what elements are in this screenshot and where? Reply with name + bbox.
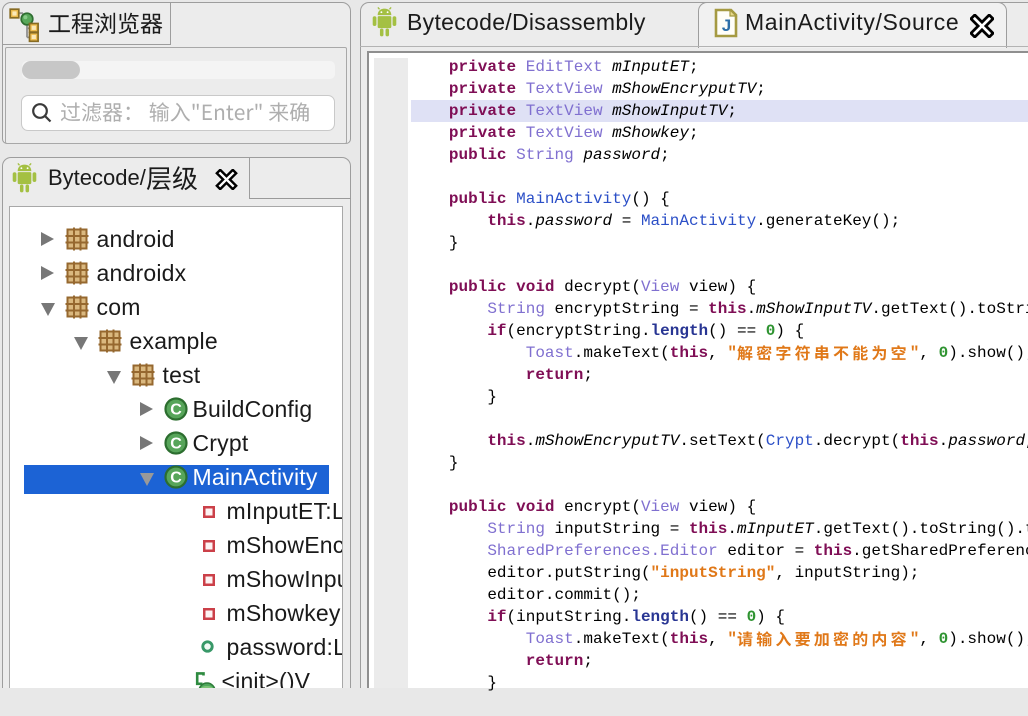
svg-text:J: J [722,16,731,35]
svg-text:C: C [170,469,182,486]
svg-text:C: C [170,435,182,452]
svg-text:C: C [170,401,182,418]
